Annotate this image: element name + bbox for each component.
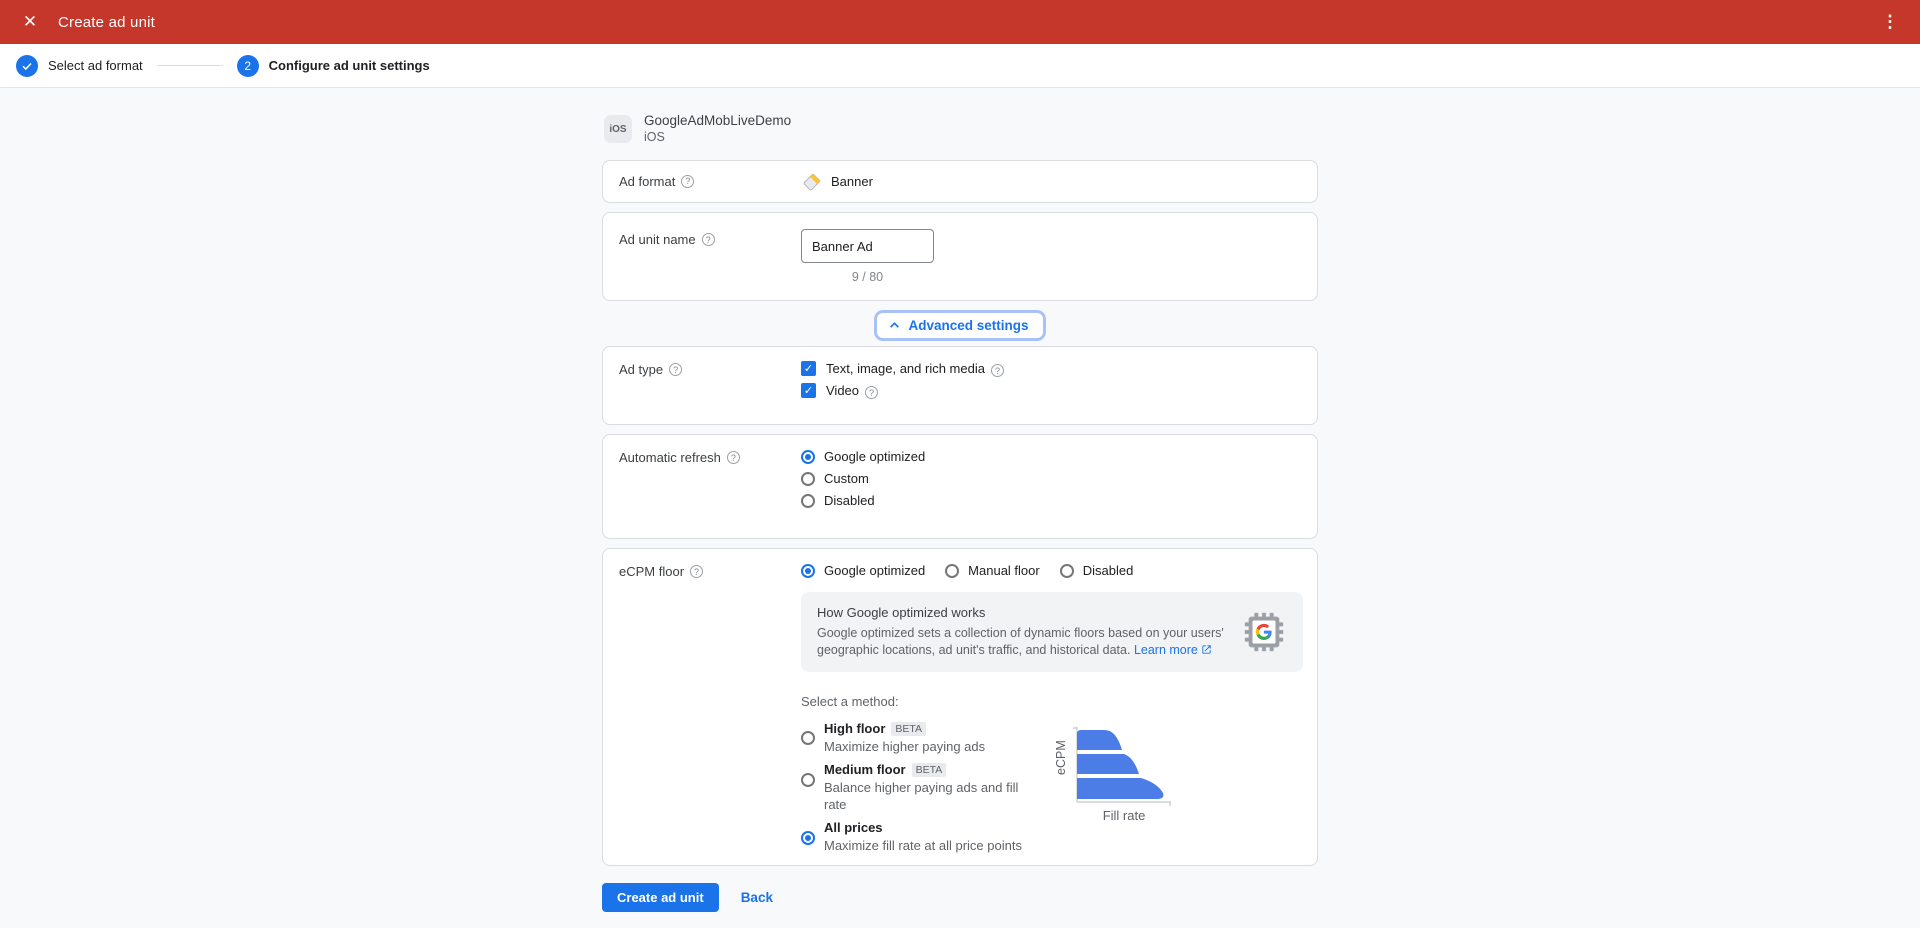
method-desc: Maximize fill rate at all price points bbox=[824, 837, 1022, 854]
info-title: How Google optimized works bbox=[817, 605, 1237, 620]
step-select-ad-format[interactable]: Select ad format bbox=[16, 55, 143, 77]
google-optimized-info-box: How Google optimized works Google optimi… bbox=[801, 592, 1303, 672]
radio-label: Disabled bbox=[824, 493, 875, 508]
checkbox-checked[interactable]: ✓ bbox=[801, 361, 816, 376]
checkbox-checked[interactable]: ✓ bbox=[801, 383, 816, 398]
radio-label: Google optimized bbox=[824, 449, 925, 464]
method-high-floor: High floor BETA Maximize higher paying a… bbox=[801, 721, 1023, 755]
radio-label: Google optimized bbox=[824, 563, 925, 578]
ecpm-floor-card: eCPM floor ? Google optimized Manual flo… bbox=[602, 548, 1318, 866]
auto-refresh-option: Custom bbox=[801, 471, 1301, 486]
method-medium-floor: Medium floor BETA Balance higher paying … bbox=[801, 762, 1023, 813]
app-identity: iOS GoogleAdMobLiveDemo iOS bbox=[602, 113, 1318, 144]
method-all-prices: All prices Maximize fill rate at all pri… bbox=[801, 820, 1023, 854]
beta-badge: BETA bbox=[891, 722, 926, 736]
method-desc: Balance higher paying ads and fill rate bbox=[824, 779, 1023, 813]
step-done-check-icon bbox=[16, 55, 38, 77]
help-icon[interactable]: ? bbox=[702, 233, 715, 246]
radio-selected[interactable] bbox=[801, 831, 815, 845]
adtype-option-label: Video bbox=[826, 383, 859, 398]
stepper: Select ad format 2 Configure ad unit set… bbox=[0, 44, 1920, 88]
help-icon[interactable]: ? bbox=[681, 175, 694, 188]
ios-badge-icon: iOS bbox=[604, 115, 632, 143]
help-icon[interactable]: ? bbox=[865, 386, 878, 399]
step2-label: Configure ad unit settings bbox=[269, 58, 430, 73]
radio-unselected[interactable] bbox=[801, 731, 815, 745]
help-icon[interactable]: ? bbox=[669, 363, 682, 376]
help-icon[interactable]: ? bbox=[727, 451, 740, 464]
ad-unit-name-label: Ad unit name bbox=[619, 231, 696, 249]
dialog-title: Create ad unit bbox=[58, 14, 155, 31]
advanced-settings-button[interactable]: Advanced settings bbox=[874, 310, 1045, 341]
adtype-option-label: Text, image, and rich media bbox=[826, 361, 985, 376]
step-configure-settings: 2 Configure ad unit settings bbox=[237, 55, 430, 77]
adtype-option-row: ✓ Video ? bbox=[801, 383, 1301, 398]
beta-badge: BETA bbox=[912, 763, 947, 777]
ad-type-label: Ad type bbox=[619, 361, 663, 379]
ad-format-card: Ad format ? Banner bbox=[602, 160, 1318, 203]
step1-label: Select ad format bbox=[48, 58, 143, 73]
google-chip-icon bbox=[1241, 609, 1287, 655]
radio-label: Manual floor bbox=[968, 563, 1040, 578]
radio-label: Disabled bbox=[1083, 563, 1134, 578]
chevron-up-icon bbox=[888, 319, 901, 332]
help-icon[interactable]: ? bbox=[690, 565, 703, 578]
auto-refresh-option: Disabled bbox=[801, 493, 1301, 508]
radio-selected[interactable] bbox=[801, 564, 815, 578]
auto-refresh-option: Google optimized bbox=[801, 449, 1301, 464]
radio-unselected[interactable] bbox=[801, 472, 815, 486]
step2-number: 2 bbox=[237, 55, 259, 77]
create-ad-unit-button[interactable]: Create ad unit bbox=[602, 883, 719, 912]
ecpm-floor-label: eCPM floor bbox=[619, 563, 684, 581]
external-link-icon bbox=[1201, 644, 1212, 655]
radio-selected[interactable] bbox=[801, 450, 815, 464]
ad-unit-name-input[interactable] bbox=[801, 229, 934, 263]
radio-unselected[interactable] bbox=[1060, 564, 1074, 578]
app-bar: ✕ Create ad unit ⋮ bbox=[0, 0, 1920, 44]
method-name: High floor bbox=[824, 721, 885, 736]
app-platform: iOS bbox=[644, 130, 791, 144]
ecpm-mode-options: Google optimized Manual floor Disabled bbox=[801, 563, 1303, 578]
method-name: All prices bbox=[824, 820, 883, 835]
method-desc: Maximize higher paying ads bbox=[824, 738, 985, 755]
learn-more-link[interactable]: Learn more bbox=[1134, 643, 1198, 657]
select-method-caption: Select a method: bbox=[801, 694, 1303, 709]
kebab-menu-icon[interactable]: ⋮ bbox=[1878, 12, 1902, 32]
automatic-refresh-card: Automatic refresh ? Google optimized Cus… bbox=[602, 434, 1318, 539]
radio-label: Custom bbox=[824, 471, 869, 486]
ad-unit-name-card: Ad unit name ? 9 / 80 bbox=[602, 212, 1318, 301]
ecpm-fillrate-chart: eCPM Fill rate bbox=[1037, 723, 1187, 861]
close-icon[interactable]: ✕ bbox=[18, 10, 42, 34]
app-name: GoogleAdMobLiveDemo bbox=[644, 113, 791, 128]
step-connector bbox=[157, 65, 223, 66]
ecpm-mode-option: Google optimized bbox=[801, 563, 925, 578]
ecpm-mode-option: Disabled bbox=[1060, 563, 1134, 578]
adtype-option-row: ✓ Text, image, and rich media ? bbox=[801, 361, 1301, 376]
chart-y-label: eCPM bbox=[1054, 740, 1068, 775]
ad-type-card: Ad type ? ✓ Text, image, and rich media … bbox=[602, 346, 1318, 425]
char-counter: 9 / 80 bbox=[801, 270, 934, 284]
banner-format-icon bbox=[801, 171, 823, 193]
back-link[interactable]: Back bbox=[741, 890, 773, 905]
radio-unselected[interactable] bbox=[801, 773, 815, 787]
ecpm-mode-option: Manual floor bbox=[945, 563, 1040, 578]
method-name: Medium floor bbox=[824, 762, 906, 777]
help-icon[interactable]: ? bbox=[991, 364, 1004, 377]
auto-refresh-label: Automatic refresh bbox=[619, 449, 721, 467]
ad-format-label: Ad format bbox=[619, 173, 675, 191]
advanced-settings-label: Advanced settings bbox=[908, 318, 1028, 333]
radio-unselected[interactable] bbox=[801, 494, 815, 508]
chart-x-label: Fill rate bbox=[1103, 808, 1146, 823]
ad-format-value: Banner bbox=[831, 174, 873, 189]
main-content: iOS GoogleAdMobLiveDemo iOS Ad format ? … bbox=[0, 88, 1920, 912]
radio-unselected[interactable] bbox=[945, 564, 959, 578]
